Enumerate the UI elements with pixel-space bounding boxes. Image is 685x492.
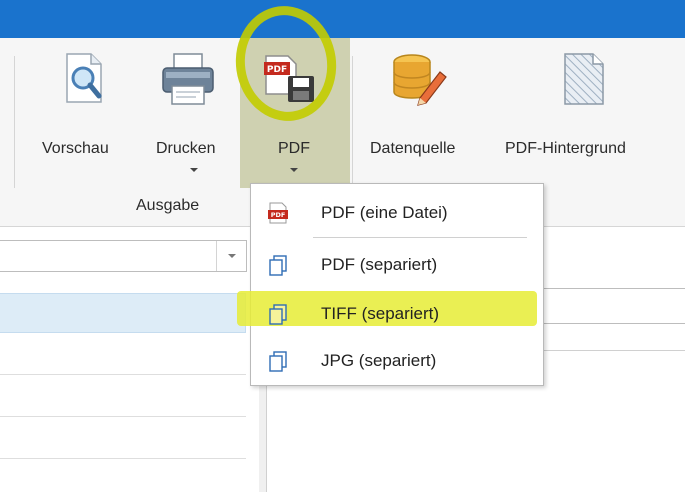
pages-icon [269, 255, 287, 276]
right-pane-divider [530, 350, 685, 351]
background-page-icon [564, 53, 604, 105]
left-pane [0, 227, 260, 492]
menu-item-label: TIFF (separiert) [321, 304, 440, 323]
list-item[interactable] [0, 375, 246, 417]
menu-item-tiff-separate[interactable]: TIFF (separiert) [251, 290, 541, 338]
preview-label: Vorschau [42, 140, 109, 157]
pages-icon [269, 304, 287, 325]
chevron-down-icon [290, 168, 298, 172]
pdf-background-button[interactable]: PDF-Hintergrund [505, 50, 675, 170]
menu-item-pdf-separate[interactable]: PDF (separiert) [251, 241, 541, 289]
preview-button[interactable]: Vorschau [36, 50, 126, 170]
chevron-down-icon [228, 254, 236, 258]
menu-item-pdf-single[interactable]: PDF PDF (eine Datei) [251, 189, 541, 237]
pages-icon [269, 351, 287, 372]
database-pencil-icon [393, 54, 447, 106]
print-label: Drucken [156, 140, 216, 157]
right-pane-field[interactable] [530, 288, 685, 324]
selector-combobox[interactable] [0, 240, 247, 272]
pdf-label: PDF [278, 140, 310, 157]
svg-text:PDF: PDF [271, 211, 286, 219]
print-button[interactable]: Drucken [148, 50, 238, 180]
ribbon-separator [352, 56, 353, 188]
menu-item-label: PDF (separiert) [321, 255, 438, 274]
menu-item-label: JPG (separiert) [321, 351, 437, 370]
pdf-icon: PDF [268, 202, 288, 224]
datasource-button[interactable]: Datenquelle [366, 50, 484, 170]
group-label-output: Ausgabe [136, 197, 200, 214]
list-item[interactable] [0, 293, 246, 333]
pdf-background-label: PDF-Hintergrund [505, 140, 626, 157]
menu-separator [313, 237, 527, 238]
magnifier-document-icon [66, 53, 102, 103]
menu-item-jpg-separate[interactable]: JPG (separiert) [251, 337, 541, 385]
menu-item-label: PDF (eine Datei) [321, 203, 448, 222]
list-item[interactable] [0, 333, 246, 375]
ribbon-separator [14, 56, 15, 188]
combobox-dropdown-button[interactable] [216, 241, 247, 271]
datasource-label: Datenquelle [370, 140, 456, 157]
window-titlebar [0, 0, 685, 38]
list-item[interactable] [0, 417, 246, 459]
chevron-down-icon [190, 168, 198, 172]
printer-icon [162, 53, 214, 105]
